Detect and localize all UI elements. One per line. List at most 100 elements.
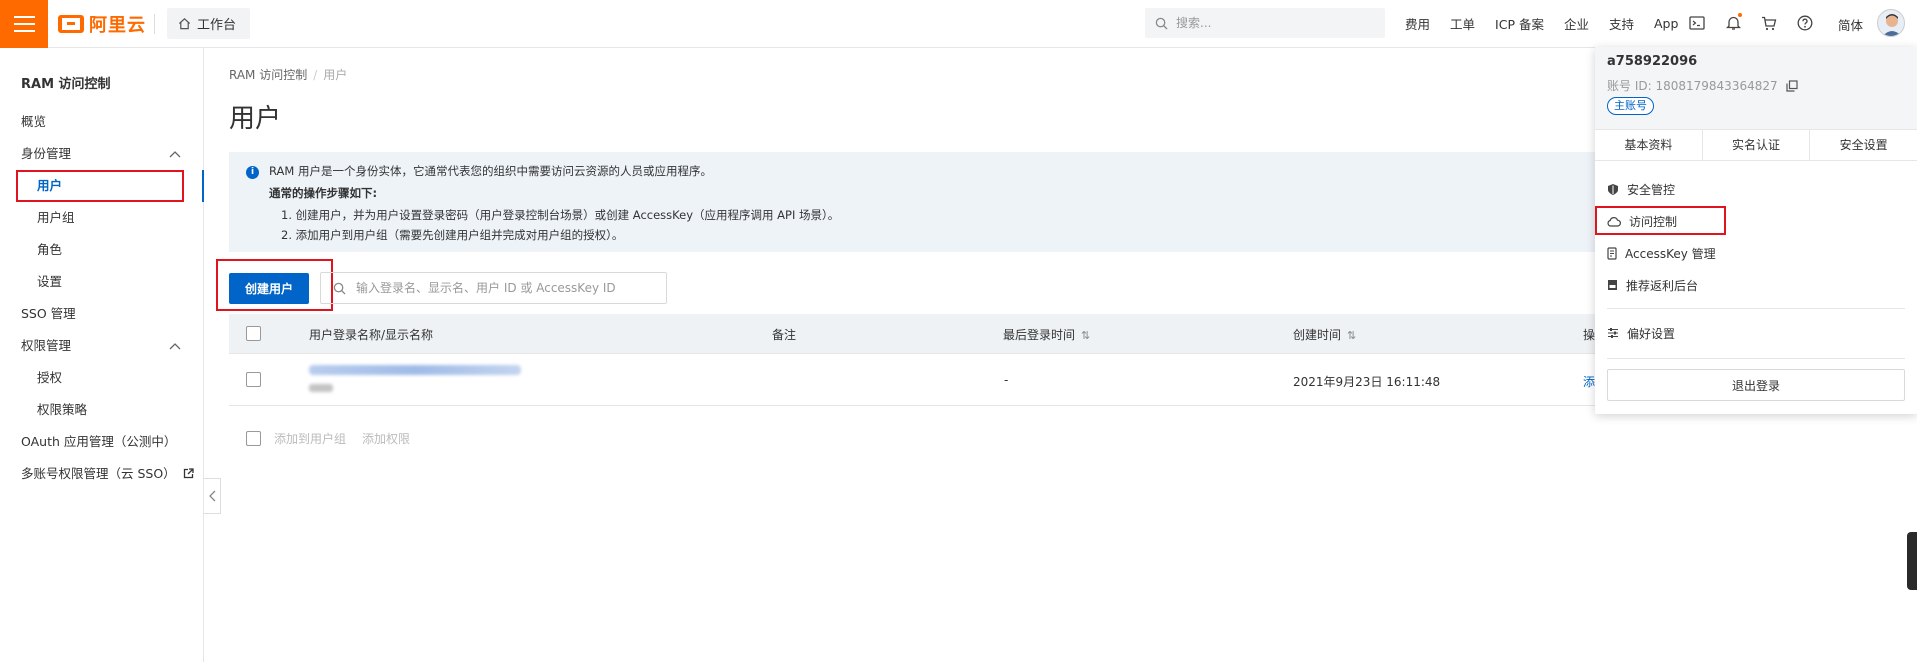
menu-item-label: AccessKey 管理 [1625, 246, 1716, 261]
notice-steps-title: 通常的操作步骤如下: [269, 186, 378, 200]
sidebar-item-policies[interactable]: 权限策略 [0, 394, 203, 426]
link-billing[interactable]: 费用 [1405, 14, 1430, 33]
notice-intro: RAM 用户是一个身份实体，它通常代表您的组织中需要访问云资源的人员或应用程序。 [269, 164, 712, 178]
breadcrumb-current: 用户 [323, 68, 348, 82]
terminal-icon[interactable] [1686, 12, 1708, 34]
account-menu: 安全管控 访问控制 AccessKey 管理 推荐返利后台 [1595, 173, 1917, 301]
tab-real-name[interactable]: 实名认证 [1703, 130, 1811, 160]
sidebar-item-groups[interactable]: 用户组 [0, 202, 203, 234]
info-icon: i [246, 166, 259, 179]
user-login-name-redacted[interactable] [309, 365, 521, 375]
menu-item-accesskey[interactable]: AccessKey 管理 [1595, 237, 1917, 269]
bell-icon[interactable] [1722, 12, 1744, 34]
menu-item-label: 推荐返利后台 [1626, 278, 1699, 293]
sidebar-item-label: 用户 [37, 178, 63, 193]
sidebar-item-label: 身份管理 [21, 146, 72, 161]
link-support[interactable]: 支持 [1609, 14, 1634, 33]
sort-icon[interactable]: ⇅ [1347, 329, 1356, 342]
workbench-label: 工作台 [197, 18, 237, 33]
create-user-button[interactable]: 创建用户 [229, 273, 309, 304]
link-icp[interactable]: ICP 备案 [1495, 14, 1544, 33]
menu-divider [1607, 358, 1905, 359]
row-checkbox[interactable] [246, 372, 261, 387]
menu-item-access-control[interactable]: 访问控制 [1595, 205, 1917, 237]
aliyun-logo[interactable]: 阿里云 [58, 11, 146, 37]
sidebar-item-roles[interactable]: 角色 [0, 234, 203, 266]
user-search[interactable] [320, 272, 667, 304]
row-action-link[interactable]: 添 [1583, 373, 1595, 390]
menu-item-label: 安全管控 [1627, 182, 1676, 197]
add-permission-button[interactable]: 添加权限 [362, 430, 410, 447]
help-icon[interactable] [1794, 12, 1816, 34]
sidebar-item-users[interactable]: 用户 [0, 170, 204, 202]
sidebar-item-label: OAuth 应用管理（公测中） [21, 434, 177, 449]
hamburger-menu-button[interactable] [0, 0, 48, 48]
sidebar-item-label: 权限策略 [37, 402, 88, 417]
breadcrumb-separator: / [313, 68, 318, 82]
sidebar-item-oauth[interactable]: OAuth 应用管理（公测中） [0, 426, 203, 458]
breadcrumb-root[interactable]: RAM 访问控制 [229, 68, 307, 82]
gift-icon [1608, 280, 1617, 290]
tab-basic-info[interactable]: 基本资料 [1595, 130, 1703, 160]
column-header-actions: 操 [1583, 328, 1596, 342]
avatar[interactable] [1877, 9, 1905, 37]
info-notice: i RAM 用户是一个身份实体，它通常代表您的组织中需要访问云资源的人员或应用程… [229, 152, 1669, 252]
notice-step-2: 2. 添加用户到用户组（需要先创建用户组并完成对用户组的授权）。 [281, 228, 624, 242]
global-search[interactable] [1145, 8, 1385, 38]
batch-select-checkbox[interactable] [246, 430, 261, 446]
user-search-input[interactable] [356, 281, 656, 295]
tab-security-settings[interactable]: 安全设置 [1810, 130, 1917, 160]
sidebar-item-label: 权限管理 [21, 338, 72, 353]
floating-side-widget[interactable] [1907, 532, 1917, 590]
search-icon [333, 282, 346, 295]
sidebar-collapse-button[interactable] [204, 478, 221, 514]
shield-icon [1608, 183, 1618, 195]
language-switch[interactable]: 简体 [1838, 15, 1863, 34]
logo-text: 阿里云 [89, 15, 146, 36]
copy-icon[interactable] [1786, 79, 1798, 92]
select-all-checkbox[interactable] [246, 326, 261, 341]
cell-created-time: 2021年9月23日 16:11:48 [1293, 375, 1441, 389]
sidebar: RAM 访问控制 概览 身份管理 用户 用户组 角色 设置 SSO 管理 权限管… [0, 48, 204, 662]
sidebar-item-identity[interactable]: 身份管理 [0, 138, 203, 170]
sidebar-item-label: 角色 [37, 242, 63, 257]
cart-icon[interactable] [1758, 12, 1780, 34]
logout-button[interactable]: 退出登录 [1607, 369, 1905, 401]
account-id-value: 1808179843364827 [1655, 79, 1778, 93]
column-header-created[interactable]: 创建时间 ⇅ [1293, 326, 1356, 343]
column-header-remark: 备注 [772, 328, 797, 342]
logo-mark-icon [58, 15, 84, 33]
workbench-button[interactable]: 工作台 [167, 8, 250, 39]
menu-item-label: 访问控制 [1629, 214, 1678, 229]
table-header: 用户登录名称/显示名称 备注 最后登录时间 ⇅ 创建时间 ⇅ 操 [229, 314, 1669, 354]
sidebar-item-cloud-sso[interactable]: 多账号权限管理（云 SSO） [0, 458, 203, 490]
menu-divider [1607, 308, 1905, 309]
sidebar-item-sso[interactable]: SSO 管理 [0, 298, 203, 330]
link-tickets[interactable]: 工单 [1450, 14, 1475, 33]
column-header-last-login[interactable]: 最后登录时间 ⇅ [1003, 326, 1090, 343]
global-search-input[interactable] [1176, 16, 1366, 30]
sidebar-item-permissions[interactable]: 权限管理 [0, 330, 203, 362]
add-to-group-button[interactable]: 添加到用户组 [274, 430, 346, 447]
sidebar-item-overview[interactable]: 概览 [0, 106, 203, 138]
sidebar-item-label: 设置 [37, 274, 63, 289]
link-app[interactable]: App [1654, 16, 1678, 31]
menu-item-label: 偏好设置 [1627, 326, 1676, 341]
sidebar-title: RAM 访问控制 [21, 77, 111, 92]
menu-item-preferences[interactable]: 偏好设置 [1595, 317, 1917, 349]
cell-last-login: - [1004, 373, 1009, 387]
menu-item-referral[interactable]: 推荐返利后台 [1595, 269, 1917, 301]
sliders-icon [1608, 328, 1618, 338]
sidebar-item-label: SSO 管理 [21, 306, 76, 321]
user-display-name-redacted [309, 384, 333, 392]
sidebar-item-grants[interactable]: 授权 [0, 362, 203, 394]
notice-step-1: 1. 创建用户，并为用户设置登录密码（用户登录控制台场景）或创建 AccessK… [281, 208, 840, 222]
table-row: - 2021年9月23日 16:11:48 添 [229, 354, 1669, 406]
menu-item-security-control[interactable]: 安全管控 [1595, 173, 1917, 205]
account-id-label: 账号 ID: [1607, 79, 1652, 93]
account-header: a758922096 账号 ID: 1808179843364827 主账号 [1595, 47, 1917, 129]
main-account-badge: 主账号 [1607, 97, 1654, 115]
link-enterprise[interactable]: 企业 [1564, 14, 1589, 33]
sidebar-item-settings[interactable]: 设置 [0, 266, 203, 298]
sort-icon[interactable]: ⇅ [1081, 329, 1090, 342]
